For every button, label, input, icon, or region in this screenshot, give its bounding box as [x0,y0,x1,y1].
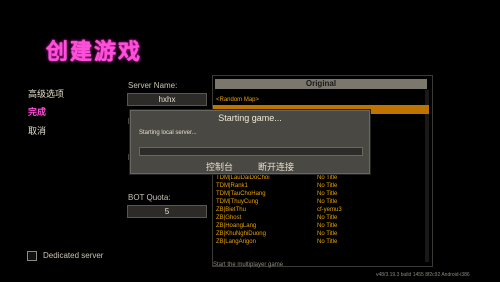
cancel-link[interactable]: 取消 [28,124,46,137]
map-list-header[interactable]: Original [215,79,427,89]
map-row[interactable]: <Random Map> [213,96,429,105]
dedicated-server-label: Dedicated server [43,251,104,260]
version-label: v48/3.19.3 build 1455 8f2c92 Android-i38… [376,272,470,278]
footer-hint: Start the multiplayer game [213,262,284,268]
console-button[interactable]: 控制台 [206,160,233,173]
map-name: <Random Map> [216,97,260,103]
advanced-options-link[interactable]: 高级选项 [28,87,64,100]
done-link[interactable]: 完成 [28,105,46,118]
map-title: No Title [317,239,338,245]
map-name: ZB|LangArigon [216,239,256,245]
server-name-input[interactable]: hxhx [127,93,207,106]
page-title: 创建游戏 [46,40,143,65]
bot-quota-input[interactable]: 5 [127,205,207,218]
dialog-title: Starting game... [218,113,282,123]
dialog-message: Starting local server... [139,130,197,136]
disconnect-button[interactable]: 断开连接 [258,160,294,173]
starting-game-dialog: Starting game... Starting local server..… [130,110,370,174]
dedicated-server-checkbox[interactable] [27,251,37,261]
bot-quota-label: BOT Quota: [128,193,171,202]
progress-bar [139,147,363,156]
server-name-label: Server Name: [128,81,178,90]
map-row[interactable]: ZB|LangArigon No Title [213,238,429,247]
